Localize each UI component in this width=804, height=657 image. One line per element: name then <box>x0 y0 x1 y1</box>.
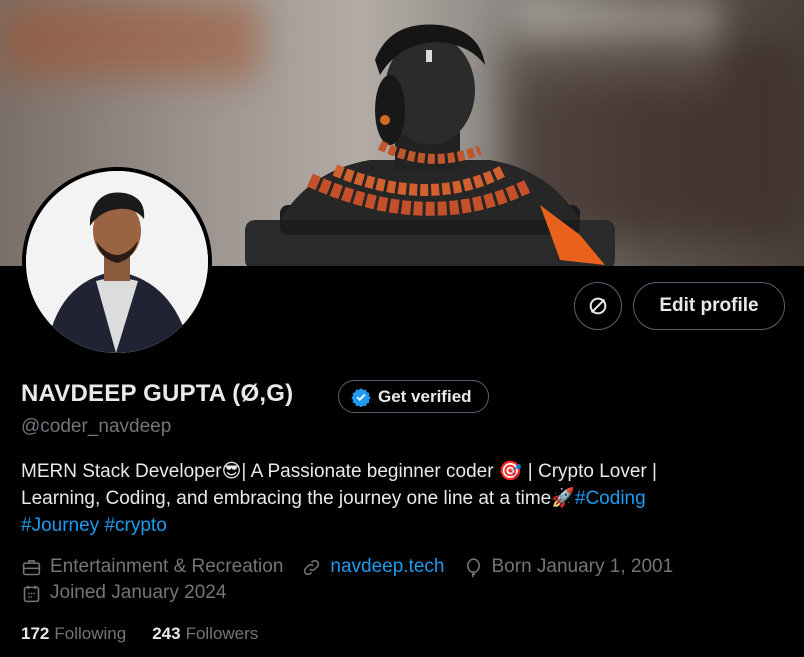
followers-label: Followers <box>185 624 259 643</box>
followers-count: 243 <box>152 624 181 643</box>
following-count: 172 <box>21 624 50 643</box>
birthday-label: Born January 1, 2001 <box>491 556 674 577</box>
profile-name: NAVDEEP GUPTA (Ø,G) <box>21 380 294 407</box>
profile-meta-row: Entertainment & Recreation navdeep.tech … <box>21 556 691 578</box>
get-verified-button[interactable]: Get verified <box>338 380 489 413</box>
profile-joined-row: Joined January 2024 <box>21 582 244 604</box>
banner-blur-left <box>0 0 260 80</box>
edit-profile-button[interactable]: Edit profile <box>633 282 785 330</box>
verified-badge-icon <box>351 387 371 407</box>
bio-line-3: #Journey #crypto <box>21 512 781 539</box>
hashtag-coding-link[interactable]: #Coding <box>575 488 646 509</box>
joined-item: Joined January 2024 <box>21 582 226 604</box>
profile-avatar[interactable] <box>22 167 212 357</box>
refresh-x-button[interactable] <box>574 282 622 330</box>
bio-line-2-text: Learning, Coding, and embracing the jour… <box>21 488 575 509</box>
profile-handle: @coder_navdeep <box>21 416 172 437</box>
briefcase-icon <box>22 559 41 575</box>
get-verified-label: Get verified <box>378 386 472 406</box>
statue-image <box>245 24 615 266</box>
avatar-photo <box>26 171 208 353</box>
category-label: Entertainment & Recreation <box>50 556 284 577</box>
website-item[interactable]: navdeep.tech <box>301 556 445 578</box>
refresh-x-icon <box>589 297 607 315</box>
calendar-icon <box>23 585 40 602</box>
website-link[interactable]: navdeep.tech <box>330 556 444 578</box>
link-icon <box>304 559 320 575</box>
bio-line-2: Learning, Coding, and embracing the jour… <box>21 485 781 512</box>
profile-bio: MERN Stack Developer😎| A Passionate begi… <box>21 458 781 539</box>
follow-stats: 172 Following 243 Followers <box>21 624 258 644</box>
category-item: Entertainment & Recreation <box>21 556 283 578</box>
followers-link[interactable]: 243 Followers <box>152 624 258 644</box>
following-link[interactable]: 172 Following <box>21 624 126 644</box>
following-label: Following <box>54 624 127 643</box>
hashtag-crypto-link[interactable]: #crypto <box>104 515 166 536</box>
hashtag-journey-link[interactable]: #Journey <box>21 515 99 536</box>
balloon-icon <box>466 557 480 578</box>
joined-label: Joined January 2024 <box>50 582 227 603</box>
birthday-item: Born January 1, 2001 <box>463 556 674 578</box>
bio-line-1: MERN Stack Developer😎| A Passionate begi… <box>21 461 657 482</box>
